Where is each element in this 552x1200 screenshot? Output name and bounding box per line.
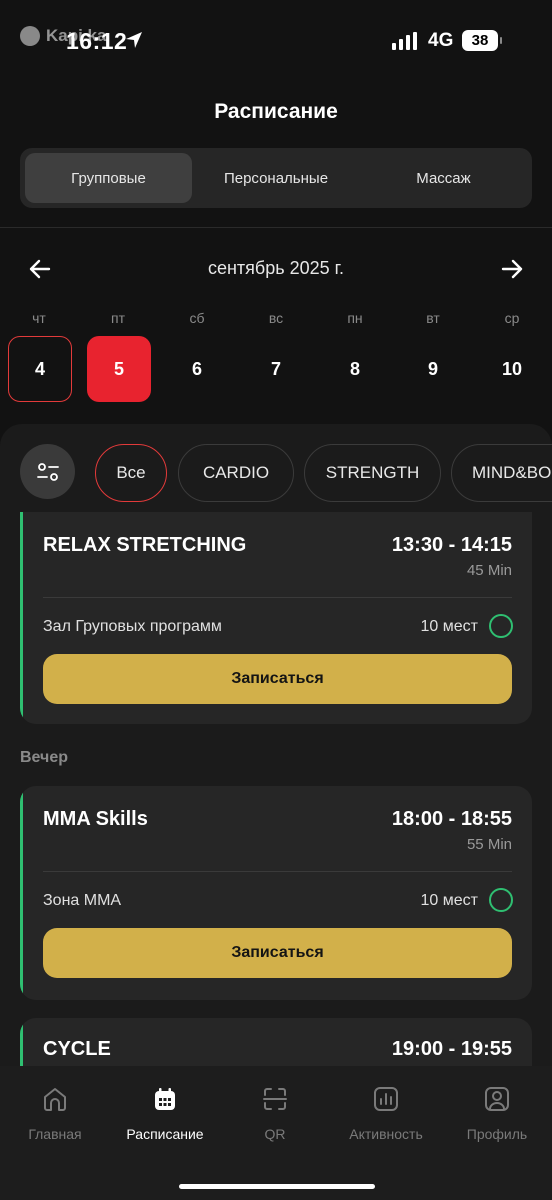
class-title: MMA Skills	[43, 808, 148, 830]
day-name: чт	[32, 310, 46, 326]
calendar-icon	[155, 1088, 175, 1110]
status-time: 16:12	[66, 28, 128, 54]
classes-sheet: Все CARDIO STRENGTH MIND&BODY RELAX STRE…	[0, 424, 552, 1084]
tab-label: QR	[264, 1126, 286, 1142]
card-accent-bar	[20, 512, 23, 724]
day-name: вс	[268, 310, 284, 326]
bottom-tab-bar: Главная Расписание QR Активность Профиль	[0, 1066, 552, 1200]
tab-activity[interactable]: Активность	[331, 1084, 441, 1142]
tab-home[interactable]: Главная	[0, 1084, 110, 1142]
class-title: CYCLE	[43, 1038, 111, 1060]
tab-qr[interactable]: QR	[220, 1084, 330, 1142]
day-6[interactable]: 6	[165, 336, 229, 402]
profile-icon	[485, 1087, 509, 1111]
home-icon	[44, 1088, 66, 1111]
chip-mind-body[interactable]: MIND&BODY	[451, 444, 552, 502]
month-label: сентябрь 2025 г.	[207, 258, 345, 278]
section-evening: Вечер	[20, 749, 69, 766]
availability-ring-icon	[489, 888, 513, 912]
day-name: сб	[189, 310, 205, 326]
class-time: 19:00 - 19:55	[391, 1038, 512, 1060]
schedule-type-segmented-control: Групповые Персональные Массаж	[20, 148, 532, 208]
card-accent-bar	[20, 786, 23, 1000]
day-name: пт	[111, 310, 125, 326]
day-name: пн	[347, 310, 363, 326]
class-title: RELAX STRETCHING	[43, 534, 247, 556]
month-navigation: сентябрь 2025 г.	[0, 250, 552, 288]
day-7[interactable]: 7	[244, 336, 308, 402]
class-card[interactable]: RELAX STRETCHING 13:30 - 14:15 45 Min За…	[20, 512, 532, 724]
day-8[interactable]: 8	[323, 336, 387, 402]
class-time: 18:00 - 18:55	[391, 808, 512, 830]
chip-all[interactable]: Все	[95, 444, 167, 502]
class-duration: 55 Min	[466, 836, 512, 853]
qr-scan-icon	[263, 1088, 287, 1110]
sliders-icon	[36, 462, 59, 481]
book-button[interactable]: Записаться	[43, 654, 512, 704]
day-10[interactable]: 10	[480, 336, 544, 402]
cellular-signal-icon	[392, 32, 417, 50]
home-indicator	[179, 1184, 375, 1189]
filter-settings-button[interactable]	[20, 444, 75, 499]
class-duration: 45 Min	[466, 562, 512, 579]
chip-strength[interactable]: STRENGTH	[304, 444, 441, 502]
day-5-selected[interactable]: 5	[87, 336, 151, 402]
tab-label: Профиль	[466, 1126, 528, 1142]
tab-schedule[interactable]: Расписание	[110, 1084, 220, 1142]
segment-group[interactable]: Групповые	[25, 153, 192, 203]
network-type: 4G	[428, 30, 454, 51]
arrow-right-icon[interactable]	[499, 256, 525, 282]
tab-profile[interactable]: Профиль	[442, 1084, 552, 1142]
page-title: Расписание	[214, 100, 338, 123]
tab-label: Активность	[349, 1126, 423, 1142]
day-name: вт	[426, 310, 440, 326]
day-name: ср	[504, 310, 520, 326]
segment-massage[interactable]: Массаж	[360, 153, 527, 203]
location-arrow-icon	[126, 32, 142, 48]
filter-chips: Все CARDIO STRENGTH MIND&BODY	[20, 444, 552, 502]
class-room: Зал Груповых программ	[43, 618, 222, 635]
tab-label: Главная	[28, 1126, 82, 1142]
class-room: Зона ММА	[43, 892, 122, 909]
battery-icon: 38	[462, 30, 502, 51]
class-places: 10 мест	[420, 892, 478, 909]
card-divider	[43, 871, 512, 872]
watermark-logo-icon	[20, 26, 40, 46]
class-places: 10 мест	[420, 618, 478, 635]
status-bar: Kapi.ka 16:12 4G 38	[0, 0, 552, 80]
activity-chart-icon	[374, 1087, 398, 1111]
book-button[interactable]: Записаться	[43, 928, 512, 978]
chip-cardio[interactable]: CARDIO	[178, 444, 294, 502]
day-4-today[interactable]: 4	[8, 336, 72, 402]
divider	[0, 227, 552, 228]
day-9[interactable]: 9	[401, 336, 465, 402]
class-card[interactable]: MMA Skills 18:00 - 18:55 55 Min Зона ММА…	[20, 786, 532, 1000]
availability-ring-icon	[489, 614, 513, 638]
segment-personal[interactable]: Персональные	[192, 153, 360, 203]
class-time: 13:30 - 14:15	[391, 534, 512, 556]
card-divider	[43, 597, 512, 598]
tab-label: Расписание	[126, 1126, 204, 1142]
